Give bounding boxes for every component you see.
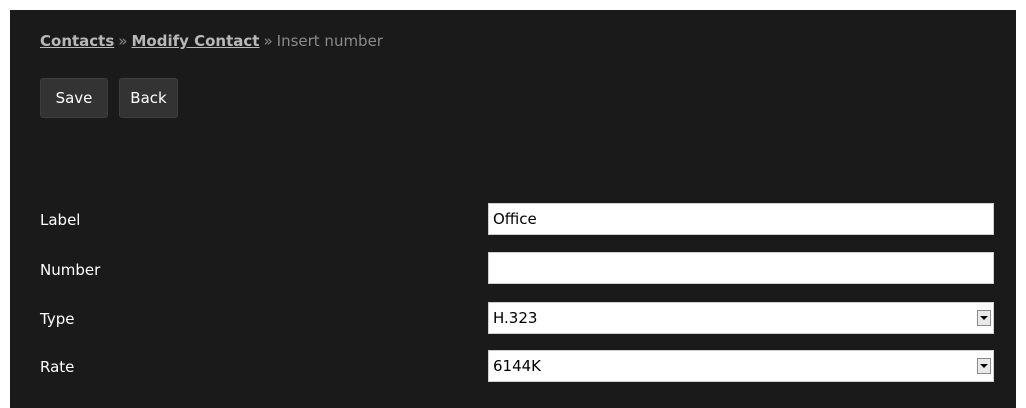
breadcrumb-modify-contact-link[interactable]: Modify Contact	[131, 32, 259, 50]
number-input[interactable]	[488, 252, 994, 284]
breadcrumb-separator: »	[263, 32, 273, 50]
rate-field-label: Rate	[40, 358, 75, 376]
type-select[interactable]: H.323	[488, 302, 994, 334]
rate-select[interactable]: 6144K	[488, 350, 994, 382]
number-field-label: Number	[40, 261, 101, 279]
label-input-value: Office	[493, 210, 537, 228]
breadcrumb-contacts-link[interactable]: Contacts	[40, 32, 114, 50]
type-field-label: Type	[40, 310, 75, 328]
breadcrumb-current: Insert number	[276, 32, 383, 50]
save-button[interactable]: Save	[40, 78, 108, 118]
breadcrumb-separator: »	[118, 32, 128, 50]
breadcrumb: Contacts» Modify Contact» Insert number	[40, 32, 383, 50]
label-field-label: Label	[40, 211, 81, 229]
chevron-down-icon[interactable]	[977, 358, 991, 374]
type-select-value: H.323	[493, 309, 538, 327]
back-button[interactable]: Back	[119, 78, 178, 118]
chevron-down-icon[interactable]	[977, 310, 991, 326]
insert-number-panel: Contacts» Modify Contact» Insert number Sa…	[10, 10, 1016, 408]
rate-select-value: 6144K	[493, 357, 542, 375]
label-input[interactable]: Office	[488, 203, 994, 235]
